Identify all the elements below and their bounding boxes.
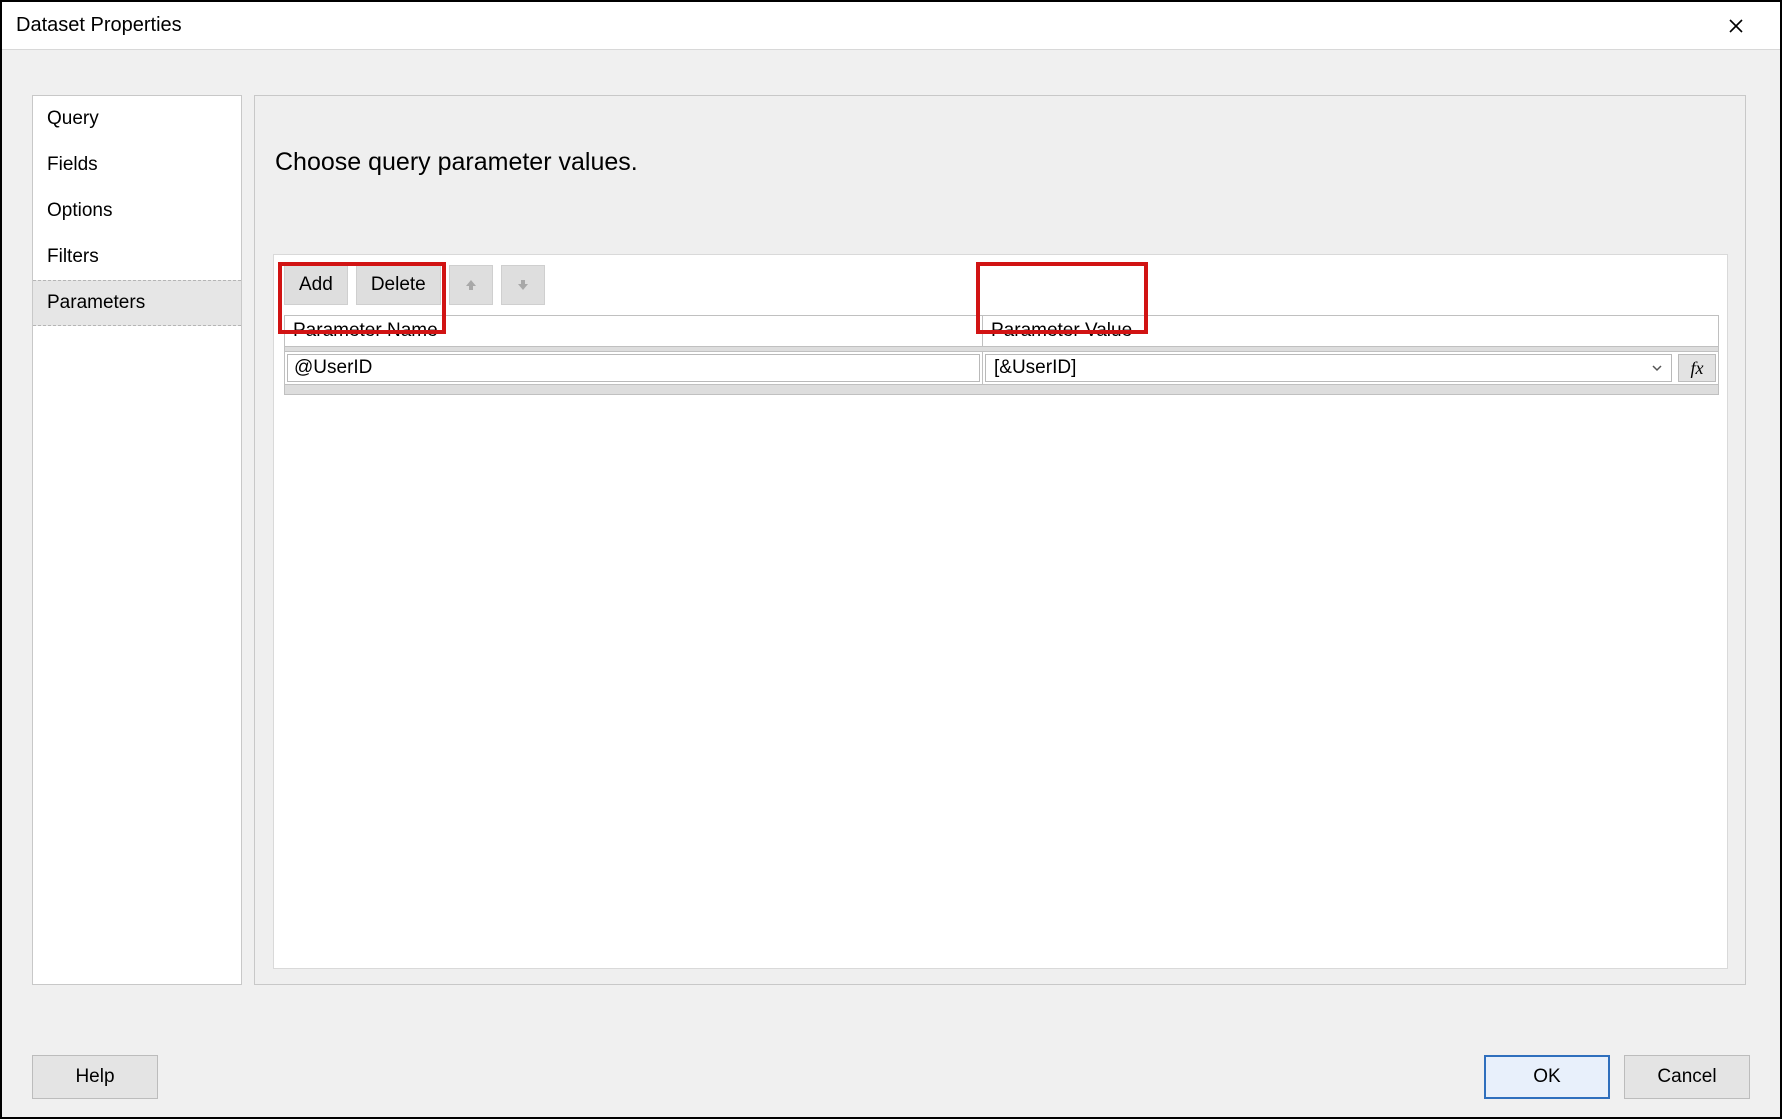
ok-button[interactable]: OK [1484, 1055, 1610, 1099]
column-header-value: Parameter Value [983, 316, 1718, 346]
inner-panel: Add Delete Parameter Name Parameter Valu… [273, 254, 1728, 969]
cancel-button[interactable]: Cancel [1624, 1055, 1750, 1099]
grid-footer-strip [285, 384, 1718, 394]
main-panel: Choose query parameter values. Add Delet… [254, 95, 1746, 985]
dialog-window: Dataset Properties Query Fields Options … [0, 0, 1782, 1119]
delete-button-label: Delete [371, 274, 426, 296]
help-button[interactable]: Help [32, 1055, 158, 1099]
sidebar: Query Fields Options Filters Parameters [32, 95, 242, 985]
titlebar: Dataset Properties [2, 2, 1780, 50]
parameters-grid: Parameter Name Parameter Value [&UserID] [284, 315, 1719, 395]
parameter-name-input[interactable] [287, 354, 980, 382]
arrow-down-icon [516, 278, 530, 292]
table-row: [&UserID] fx [285, 352, 1718, 384]
help-button-label: Help [75, 1066, 114, 1088]
dialog-content: Query Fields Options Filters Parameters … [2, 50, 1780, 1117]
dialog-footer: Help OK Cancel [2, 1037, 1780, 1117]
parameter-name-cell [285, 352, 983, 384]
fx-icon: fx [1691, 358, 1704, 379]
ok-button-label: OK [1533, 1066, 1560, 1088]
add-button[interactable]: Add [284, 265, 348, 305]
sidebar-item-fields[interactable]: Fields [33, 142, 241, 188]
cancel-button-label: Cancel [1657, 1066, 1716, 1088]
move-up-button[interactable] [449, 265, 493, 305]
parameter-value-dropdown[interactable]: [&UserID] [985, 354, 1672, 382]
sidebar-item-label: Options [47, 200, 112, 221]
window-title: Dataset Properties [16, 14, 182, 37]
add-button-label: Add [299, 274, 333, 296]
column-header-name: Parameter Name [285, 316, 983, 346]
delete-button[interactable]: Delete [356, 265, 441, 305]
move-down-button[interactable] [501, 265, 545, 305]
parameters-toolbar: Add Delete [274, 255, 1727, 315]
sidebar-item-label: Parameters [47, 292, 145, 313]
sidebar-item-parameters[interactable]: Parameters [33, 280, 241, 326]
parameter-value-text: [&UserID] [994, 357, 1076, 379]
sidebar-item-label: Fields [47, 154, 98, 175]
sidebar-item-filters[interactable]: Filters [33, 234, 241, 280]
sidebar-item-query[interactable]: Query [33, 96, 241, 142]
parameter-value-cell: [&UserID] fx [983, 352, 1718, 384]
sidebar-item-label: Query [47, 108, 99, 129]
close-icon [1729, 19, 1743, 33]
panel-heading: Choose query parameter values. [255, 96, 1745, 207]
sidebar-item-options[interactable]: Options [33, 188, 241, 234]
close-button[interactable] [1712, 2, 1760, 50]
arrow-up-icon [464, 278, 478, 292]
grid-header: Parameter Name Parameter Value [285, 316, 1718, 346]
expression-button[interactable]: fx [1678, 354, 1716, 382]
sidebar-item-label: Filters [47, 246, 99, 267]
chevron-down-icon [1651, 362, 1663, 374]
